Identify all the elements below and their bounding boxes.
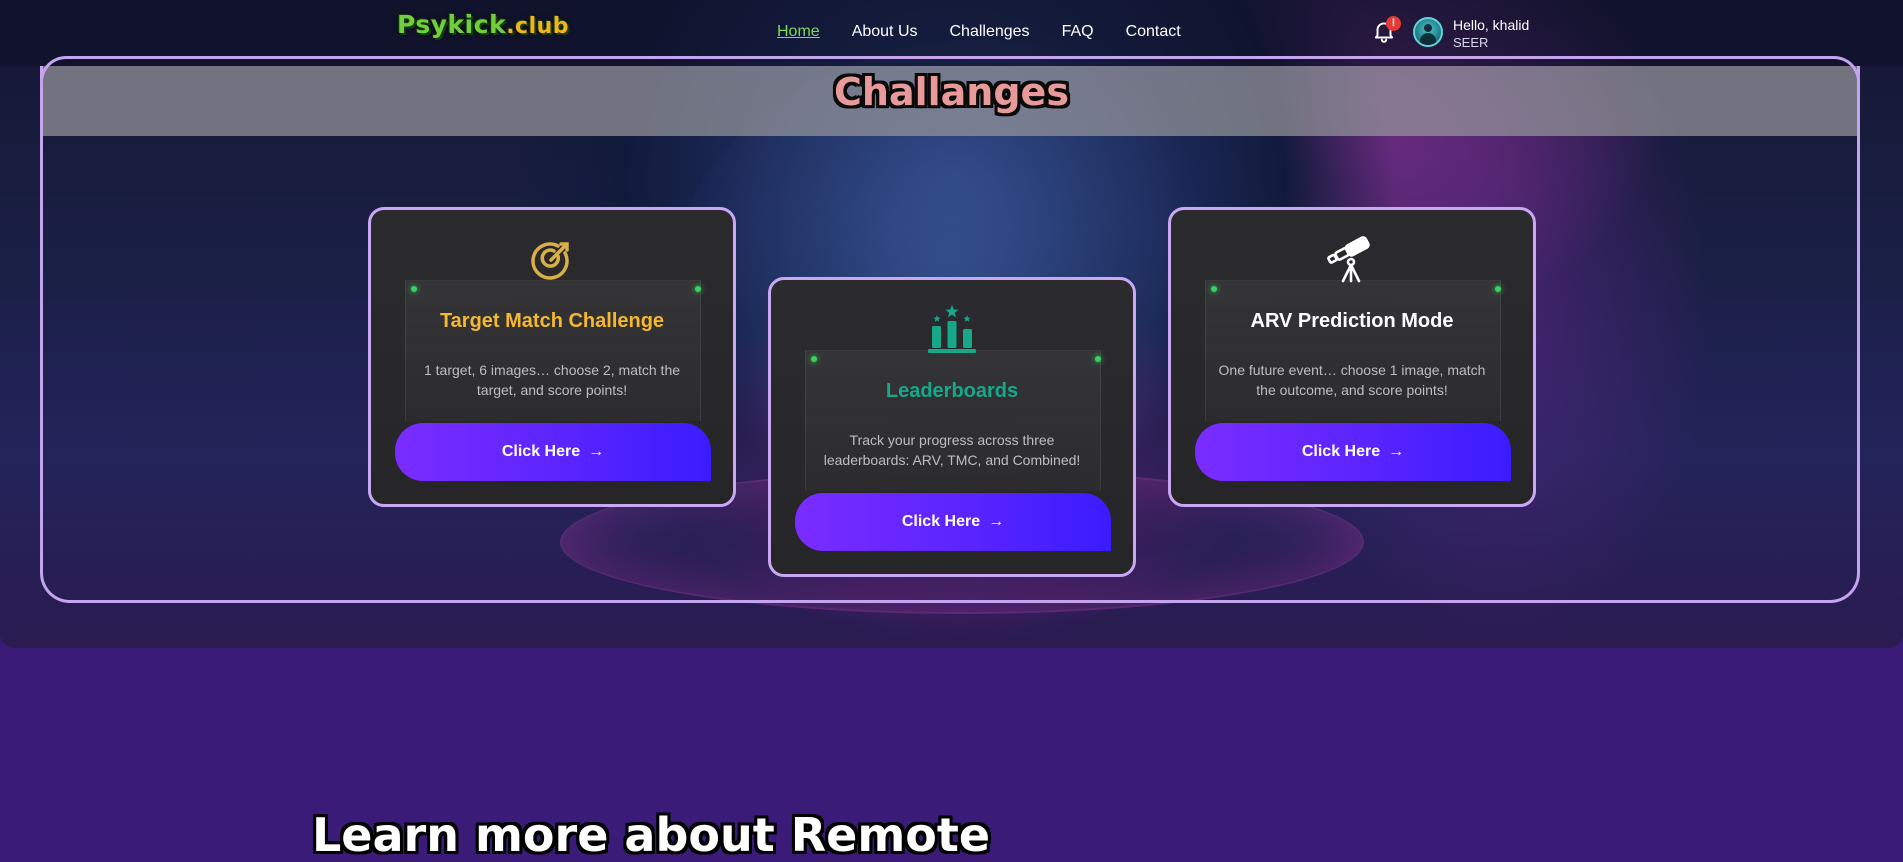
card-description: 1 target, 6 images… choose 2, match the … [423, 362, 681, 398]
leaderboard-podium-icon [771, 304, 1133, 359]
site-logo[interactable]: Psykick.club [397, 10, 569, 39]
nav-link-challenges[interactable]: Challenges [950, 23, 1030, 41]
button-label: Click Here [501, 443, 581, 460]
card-title: ARV Prediction Mode [1250, 310, 1454, 332]
challenge-card-target-match: Target Match Challenge 1 target, 6 image… [368, 207, 736, 507]
arv-prediction-click-here-button[interactable]: Click Here → [1195, 423, 1511, 481]
card-description: Track your progress across three leaderb… [823, 432, 1081, 468]
arrow-right-icon: → [988, 513, 1005, 530]
nav-link-contact[interactable]: Contact [1126, 23, 1181, 41]
nav-link-about-us[interactable]: About Us [852, 23, 918, 41]
nav-links: Home About Us Challenges FAQ Contact [777, 23, 1213, 41]
button-label: Click Here [1301, 443, 1381, 460]
user-role: SEER [1453, 35, 1489, 50]
card-title: Leaderboards [885, 380, 1019, 402]
section-title: Challanges [834, 70, 1069, 114]
card-title: Target Match Challenge [439, 310, 665, 332]
logo-tld-text: .club [506, 14, 570, 39]
telescope-icon [1171, 234, 1533, 291]
challenge-card-leaderboards: Leaderboards Track your progress across … [768, 277, 1136, 577]
nav-link-home[interactable]: Home [777, 23, 820, 41]
logo-main-text: Psykick [397, 10, 507, 39]
learn-more-heading: Learn more about Remote [312, 808, 991, 862]
nav-link-faq[interactable]: FAQ [1062, 23, 1094, 41]
avatar[interactable] [1413, 17, 1443, 47]
arrow-right-icon: → [588, 443, 605, 460]
arrow-right-icon: → [1388, 443, 1405, 460]
card-description: One future event… choose 1 image, match … [1218, 362, 1486, 398]
button-label: Click Here [901, 513, 981, 530]
target-arrow-icon [371, 234, 733, 289]
notification-badge: ! [1386, 16, 1401, 31]
target-match-click-here-button[interactable]: Click Here → [395, 423, 711, 481]
challenge-card-arv-prediction: ARV Prediction Mode One future event… ch… [1168, 207, 1536, 507]
leaderboards-click-here-button[interactable]: Click Here → [795, 493, 1111, 551]
user-greeting[interactable]: Hello, khalid [1453, 17, 1529, 33]
